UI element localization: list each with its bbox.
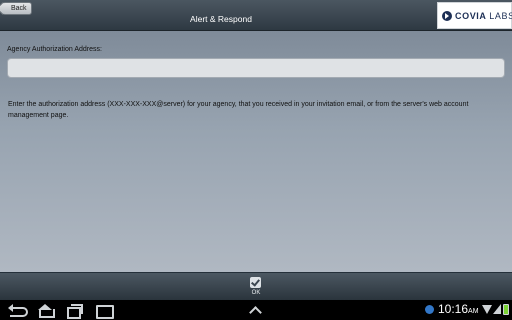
help-text: Enter the authorization address (XXX-XXX…	[8, 101, 469, 119]
footer-toolbar: OK	[0, 272, 512, 300]
covia-labs-logo: COVIA LABS	[437, 2, 512, 29]
wifi-icon	[482, 305, 492, 314]
logo-play-icon	[442, 11, 452, 21]
ok-button[interactable]: OK	[243, 276, 269, 300]
status-clock: 10:16AM	[438, 302, 479, 316]
page-title: Alert & Respond	[190, 14, 252, 24]
authorization-address-input[interactable]	[7, 58, 505, 78]
nav-recent-apps-icon[interactable]	[67, 304, 83, 319]
authorization-address-label: Agency Authorization Address:	[7, 46, 102, 53]
logo-text-light: LABS	[489, 11, 512, 21]
system-navigation-bar	[0, 300, 512, 320]
logo-text: COVIA LABS	[455, 11, 512, 21]
signal-icon	[493, 304, 501, 314]
clock-time: 10:16	[438, 302, 469, 316]
nav-back-icon[interactable]	[8, 304, 30, 317]
chevron-up-icon[interactable]	[248, 304, 262, 316]
screenshot-icon[interactable]	[96, 304, 114, 319]
notification-app-icon	[425, 305, 434, 314]
main-content: Agency Authorization Address: Enter the …	[0, 31, 512, 272]
clock-ampm: AM	[468, 308, 479, 315]
app-header: Back Alert & Respond COVIA LABS	[0, 0, 512, 31]
nav-home-icon[interactable]	[38, 304, 55, 318]
ok-label: OK	[251, 290, 261, 296]
logo-text-bold: COVIA	[455, 11, 487, 21]
back-button-label: Back	[11, 5, 27, 12]
battery-icon	[503, 304, 509, 315]
checkmark-icon	[250, 277, 261, 288]
